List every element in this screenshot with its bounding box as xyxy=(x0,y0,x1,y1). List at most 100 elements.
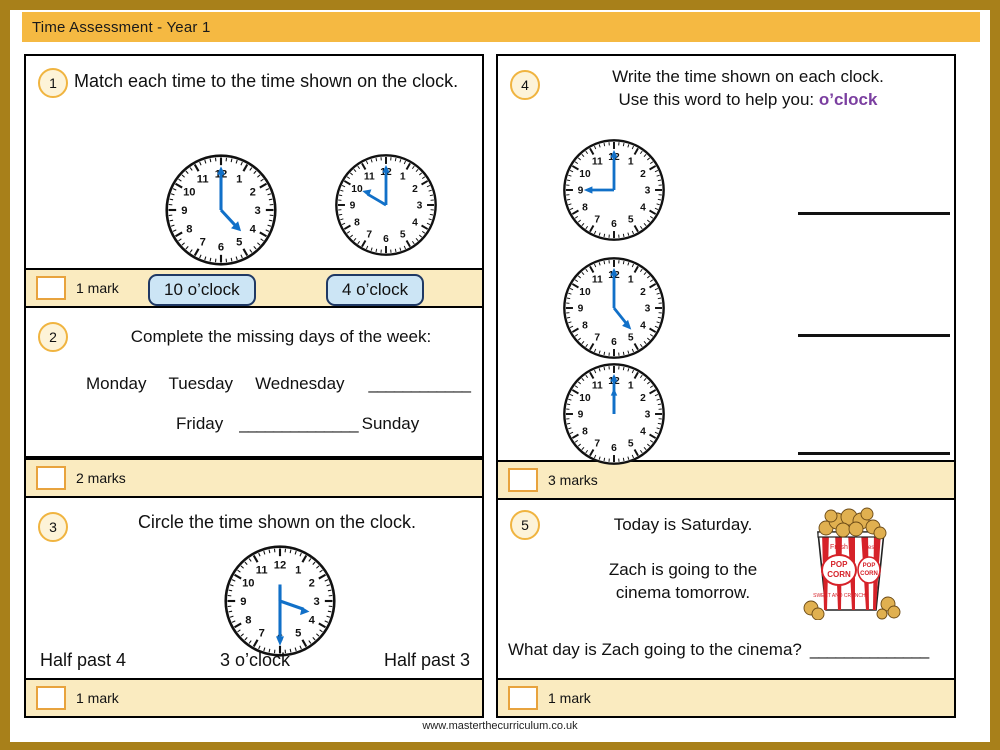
question-4-answer-line-2[interactable] xyxy=(798,334,950,337)
question-5-question: What day is Zach going to the cinema? xyxy=(508,640,802,659)
svg-text:10: 10 xyxy=(183,187,195,199)
svg-text:3: 3 xyxy=(645,304,651,315)
question-number-5: 5 xyxy=(510,510,540,540)
clock-face-icon: 123456789101112 xyxy=(563,139,665,241)
svg-text:8: 8 xyxy=(186,223,192,235)
question-number-5-label: 5 xyxy=(521,517,529,533)
day-blank-2[interactable]: ______________ xyxy=(239,414,358,434)
svg-text:6: 6 xyxy=(611,443,617,454)
question-4-answer-line-3[interactable] xyxy=(798,452,950,455)
svg-text:11: 11 xyxy=(364,172,375,183)
svg-text:3: 3 xyxy=(313,596,319,608)
chip-label: 4 o’clock xyxy=(326,274,425,306)
hint-word-oclock: o’clock xyxy=(818,89,878,109)
svg-text:11: 11 xyxy=(197,173,209,185)
svg-text:1: 1 xyxy=(628,275,634,286)
svg-text:4: 4 xyxy=(309,614,316,626)
question-3-marks-bar: 1 mark xyxy=(26,678,482,716)
svg-text:12: 12 xyxy=(274,559,286,571)
svg-text:7: 7 xyxy=(259,628,265,640)
day-monday: Monday xyxy=(86,374,147,393)
left-column: 1 Match each time to the time shown on t… xyxy=(24,54,484,718)
mark-checkbox[interactable] xyxy=(36,466,66,490)
svg-text:3: 3 xyxy=(417,201,423,212)
question-1-chip-1[interactable]: 10 o’clock xyxy=(148,274,256,306)
svg-text:SWEET AND CRUNCHY: SWEET AND CRUNCHY xyxy=(813,593,869,599)
svg-text:7: 7 xyxy=(594,439,600,450)
marks-label: 1 mark xyxy=(76,690,119,706)
svg-text:9: 9 xyxy=(181,205,187,217)
question-3-options: Half past 4 3 o’clock Half past 3 xyxy=(40,650,470,671)
svg-text:8: 8 xyxy=(582,426,588,437)
clock-face-icon: 123456789101112 xyxy=(335,154,437,256)
svg-text:9: 9 xyxy=(578,304,584,315)
question-4-answer-line-1[interactable] xyxy=(798,212,950,215)
svg-text:10: 10 xyxy=(579,169,591,180)
svg-text:9: 9 xyxy=(350,201,356,212)
svg-text:6: 6 xyxy=(611,337,617,348)
svg-text:Fresh: Fresh xyxy=(862,545,877,551)
svg-text:5: 5 xyxy=(628,215,634,226)
clock-face-icon: 123456789101112 xyxy=(563,363,665,465)
svg-text:4: 4 xyxy=(640,426,646,437)
svg-text:4: 4 xyxy=(640,202,646,213)
mark-checkbox[interactable] xyxy=(508,686,538,710)
question-2-days-row-1: Monday Tuesday Wednesday ____________ xyxy=(86,374,471,394)
question-4-prompt-line2-prefix: Use this word to help you: xyxy=(618,89,819,109)
svg-text:11: 11 xyxy=(592,381,603,392)
question-4-clock-1: 123456789101112 xyxy=(560,136,668,249)
question-number-2: 2 xyxy=(38,322,68,352)
day-tuesday: Tuesday xyxy=(168,374,234,393)
svg-text:3: 3 xyxy=(645,410,651,421)
question-4-clock-3: 123456789101112 xyxy=(560,360,668,473)
svg-text:6: 6 xyxy=(611,219,617,230)
svg-text:Fresh: Fresh xyxy=(830,544,848,551)
question-number-1-label: 1 xyxy=(49,75,57,91)
option-half-past-4[interactable]: Half past 4 xyxy=(40,650,126,671)
popcorn-box-image: POP CORN POP CORN Fresh Fresh SWEET AND … xyxy=(798,504,904,625)
question-1-clock-1: 123456789101112 xyxy=(162,151,280,274)
svg-text:11: 11 xyxy=(592,275,603,286)
option-3-oclock[interactable]: 3 o’clock xyxy=(220,650,290,671)
svg-text:POP: POP xyxy=(863,563,876,569)
question-5-line2: Zach is going to the xyxy=(608,559,758,579)
svg-text:1: 1 xyxy=(236,173,242,185)
question-number-2-label: 2 xyxy=(49,329,57,345)
svg-text:3: 3 xyxy=(645,186,651,197)
svg-text:7: 7 xyxy=(366,230,372,241)
footer: www.masterthecurriculum.co.uk xyxy=(10,720,990,732)
question-1-chip-2[interactable]: 4 o’clock xyxy=(326,274,425,306)
question-number-4-label: 4 xyxy=(521,77,529,93)
svg-text:2: 2 xyxy=(640,169,646,180)
mark-checkbox[interactable] xyxy=(508,468,538,492)
mark-checkbox[interactable] xyxy=(36,686,66,710)
question-5-answer-blank[interactable]: ______________ xyxy=(810,640,929,660)
question-5-question-row: What day is Zach going to the cinema? __… xyxy=(508,640,929,660)
day-blank-1[interactable]: ____________ xyxy=(369,374,471,394)
question-3-prompt: Circle the time shown on the clock. xyxy=(137,512,417,532)
question-number-3: 3 xyxy=(38,512,68,542)
svg-text:10: 10 xyxy=(579,287,591,298)
svg-text:2: 2 xyxy=(640,287,646,298)
svg-text:10: 10 xyxy=(351,184,363,195)
page-title: Time Assessment - Year 1 xyxy=(32,18,211,36)
mark-checkbox[interactable] xyxy=(36,276,66,300)
svg-text:CORN: CORN xyxy=(860,571,878,577)
clock-face-icon: 123456789101112 xyxy=(563,257,665,359)
svg-text:7: 7 xyxy=(594,215,600,226)
svg-text:1: 1 xyxy=(295,564,301,576)
svg-text:7: 7 xyxy=(594,333,600,344)
svg-text:11: 11 xyxy=(592,157,603,168)
svg-text:10: 10 xyxy=(579,393,591,404)
question-3: 3 Circle the time shown on the clock. 12… xyxy=(26,496,482,686)
right-column: 4 Write the time shown on each clock. Us… xyxy=(496,54,956,718)
question-4: 4 Write the time shown on each clock. Us… xyxy=(498,56,954,465)
svg-text:5: 5 xyxy=(628,333,634,344)
option-half-past-3[interactable]: Half past 3 xyxy=(384,650,470,671)
svg-text:8: 8 xyxy=(582,320,588,331)
day-friday: Friday xyxy=(176,414,224,433)
marks-label: 2 marks xyxy=(76,470,126,486)
svg-text:POP: POP xyxy=(831,560,849,569)
svg-text:9: 9 xyxy=(578,186,584,197)
page-header: Time Assessment - Year 1 xyxy=(22,12,980,42)
